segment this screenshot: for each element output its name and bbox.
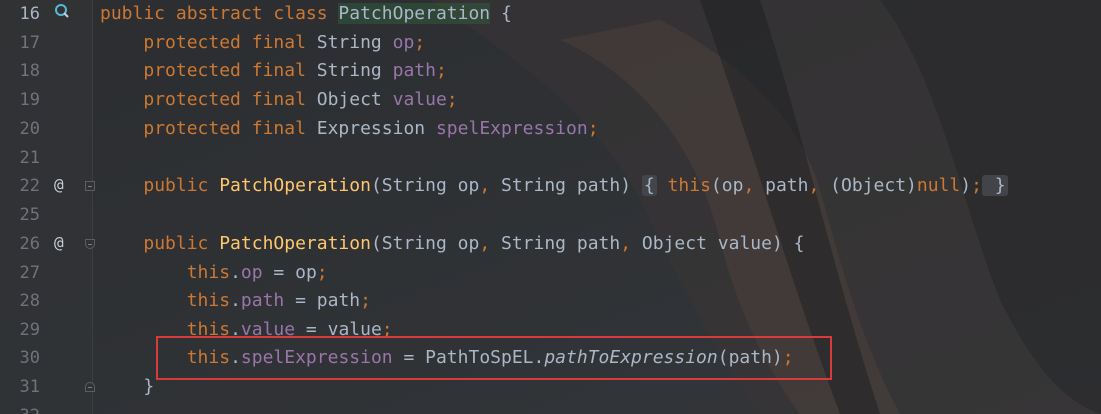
folded-region-end[interactable]: } [981, 175, 1008, 196]
code-line: 28 this.path = path; [0, 287, 1101, 316]
line-number: 21 [19, 148, 40, 168]
line-number: 22 [19, 176, 40, 196]
code-editor[interactable]: 16 public abstract class PatchOperation … [0, 0, 1101, 414]
code-text: this.spelExpression = PathToSpEL.pathToE… [186, 347, 794, 368]
code-text: protected final Object value; [143, 89, 458, 110]
code-line: 29 this.value = value; [0, 316, 1101, 345]
line-number: 26 [19, 234, 40, 254]
code-text: protected final String path; [143, 60, 447, 81]
line-number: 20 [19, 119, 40, 139]
code-line: 26 @ public PatchOperation(String op, St… [0, 230, 1101, 259]
line-number: 29 [19, 320, 40, 340]
code-text: public PatchOperation(String op, String … [143, 175, 1008, 196]
implementing-methods-icon[interactable] [54, 3, 70, 23]
code-text: public abstract class PatchOperation { [100, 3, 512, 24]
code-line: 27 this.op = op; [0, 259, 1101, 288]
fold-toggle[interactable] [85, 239, 95, 249]
line-number: 32 [0, 406, 40, 414]
line-number: 28 [19, 291, 40, 311]
line-number: 16 [19, 4, 40, 24]
fold-toggle[interactable] [85, 181, 95, 191]
code-text: protected final Expression spelExpressio… [143, 118, 599, 139]
line-number: 25 [19, 205, 40, 225]
line-number: 30 [19, 348, 40, 368]
line-number: 31 [19, 377, 40, 397]
code-line: 21 [0, 144, 1101, 173]
folded-region[interactable]: { [641, 175, 657, 196]
annotation-marker[interactable]: @ [54, 233, 64, 252]
annotation-marker[interactable]: @ [54, 175, 64, 194]
code-text: } [143, 376, 155, 397]
line-number: 18 [19, 61, 40, 81]
code-line: 25 [0, 201, 1101, 230]
code-text: this.path = path; [186, 290, 371, 311]
code-line: 19 protected final Object value; [0, 86, 1101, 115]
code-line: 30 this.spelExpression = PathToSpEL.path… [0, 344, 1101, 373]
line-number: 17 [19, 33, 40, 53]
code-line: 18 protected final String path; [0, 57, 1101, 86]
code-text: this.value = value; [186, 319, 393, 340]
line-number: 27 [19, 263, 40, 283]
code-line: 16 public abstract class PatchOperation … [0, 0, 1101, 29]
line-number: 19 [19, 90, 40, 110]
code-line: 17 protected final String op; [0, 29, 1101, 58]
code-line: 22 @ public PatchOperation(String op, St… [0, 172, 1101, 201]
code-line: 31 } [0, 373, 1101, 402]
code-text: protected final String op; [143, 32, 426, 53]
code-text: this.op = op; [186, 262, 328, 283]
code-line: 32 [0, 402, 1101, 414]
code-text: public PatchOperation(String op, String … [143, 233, 805, 254]
code-line: 20 protected final Expression spelExpres… [0, 115, 1101, 144]
fold-toggle[interactable] [85, 382, 95, 392]
